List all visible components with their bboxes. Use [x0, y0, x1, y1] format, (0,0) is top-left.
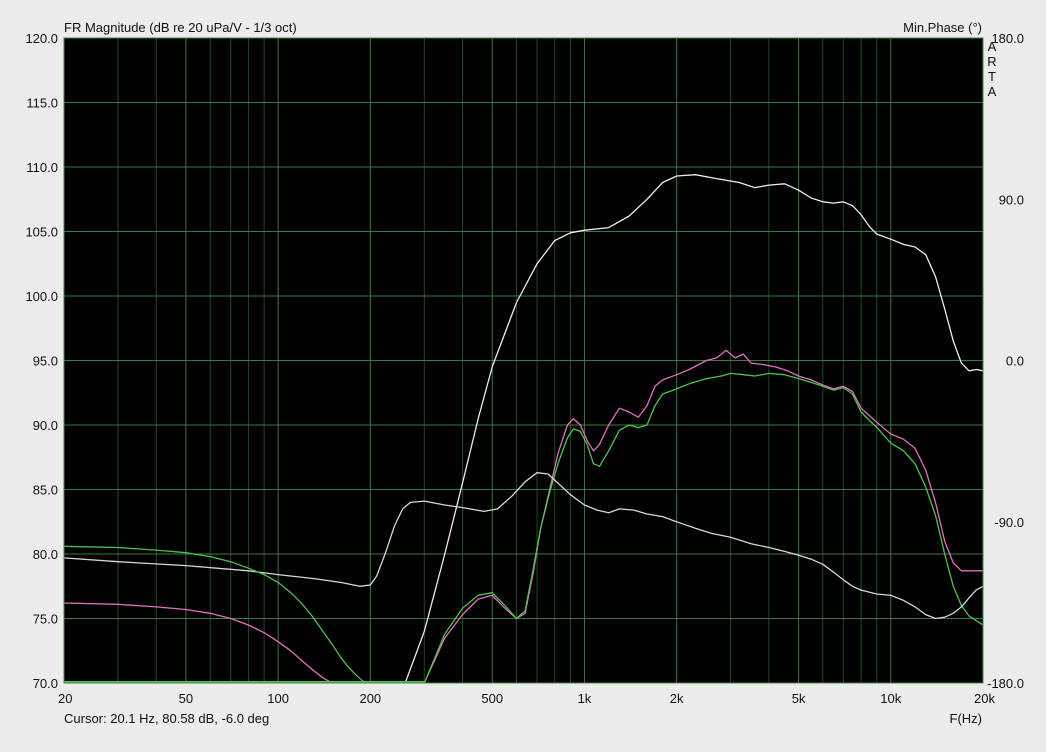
watermark-letter: R [987, 54, 996, 69]
y-tick-label: 85.0 [33, 483, 58, 498]
x-tick-label: 20 [58, 691, 72, 706]
x-axis-labels: 20 50 100 200 500 1k 2k 5k 10k 20k [58, 691, 995, 706]
y-tick-label: 105.0 [25, 225, 58, 240]
watermark-letter: T [988, 69, 996, 84]
cursor-readout: Cursor: 20.1 Hz, 80.58 dB, -6.0 deg [64, 711, 269, 726]
watermark-letter: A [988, 39, 997, 54]
x-tick-label: 1k [578, 691, 592, 706]
x-tick-label: 10k [880, 691, 901, 706]
x-tick-label: 5k [792, 691, 806, 706]
x-axis-title: F(Hz) [950, 711, 983, 726]
y-tick-label: 70.0 [33, 676, 58, 691]
y2-tick-label: -90.0 [994, 515, 1024, 530]
x-tick-label: 50 [179, 691, 193, 706]
chart-title: FR Magnitude (dB re 20 uPa/V - 1/3 oct) [64, 20, 297, 35]
y-tick-label: 110.0 [26, 160, 58, 175]
y-tick-label: 80.0 [33, 547, 58, 562]
right-axis-title: Min.Phase (°) [903, 20, 982, 35]
y-tick-label: 95.0 [33, 354, 58, 369]
y2-tick-label: 0.0 [1006, 354, 1024, 369]
y-tick-label: 120.0 [25, 31, 58, 46]
y2-tick-label: -180.0 [987, 676, 1024, 691]
arta-watermark: ARTA [987, 39, 996, 99]
x-tick-label: 100 [267, 691, 289, 706]
y2-axis-labels: 180.090.00.0-90.0-180.0 [987, 31, 1024, 691]
y-tick-label: 115.0 [26, 96, 58, 111]
x-tick-label: 20k [974, 691, 995, 706]
y2-tick-label: 90.0 [999, 192, 1024, 207]
x-tick-label: 200 [359, 691, 381, 706]
y-tick-label: 100.0 [25, 289, 58, 304]
y-tick-label: 75.0 [33, 612, 58, 627]
x-tick-label: 2k [670, 691, 684, 706]
frequency-response-chart: FR Magnitude (dB re 20 uPa/V - 1/3 oct) … [25, 20, 1024, 726]
watermark-letter: A [988, 84, 997, 99]
y-axis-labels: 120.0 115.0 110.0 105.0 100.0 95.0 90.0 85.0 80.… [25, 31, 58, 691]
x-tick-label: 500 [481, 691, 503, 706]
y-tick-label: 90.0 [33, 418, 58, 433]
